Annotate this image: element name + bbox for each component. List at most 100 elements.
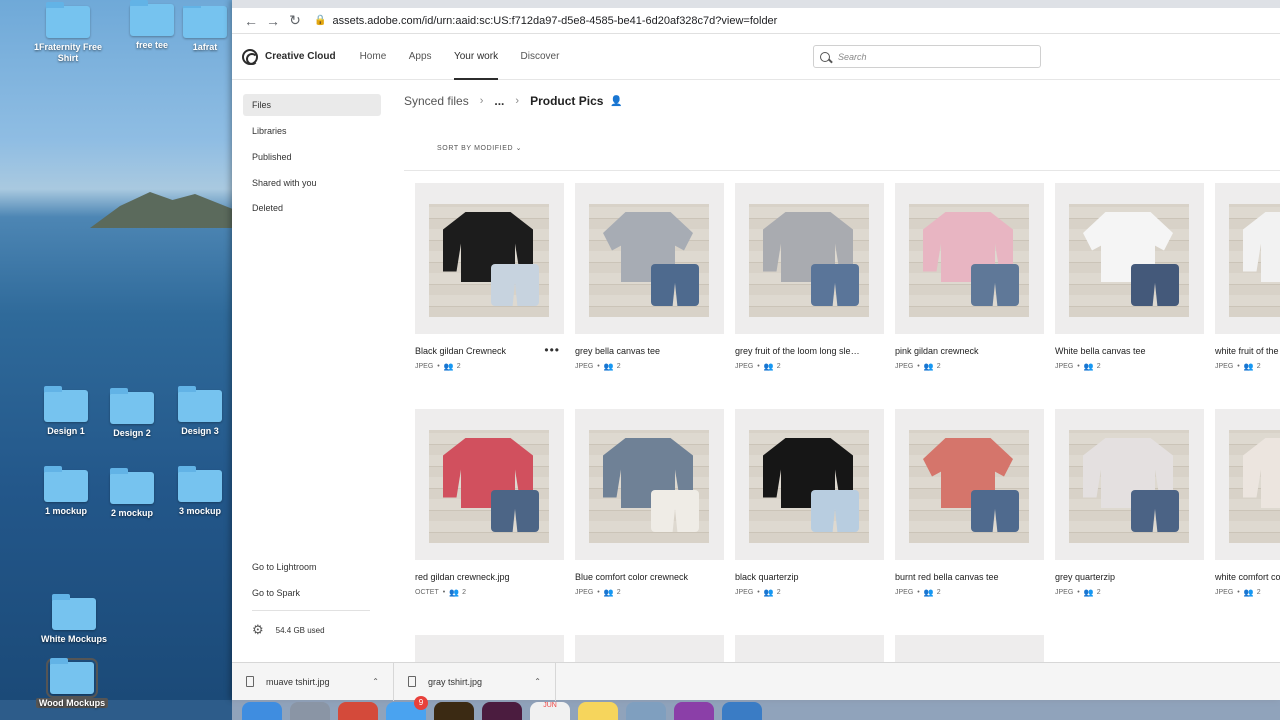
download-item[interactable]: gray tshirt.jpg ⌃ — [394, 662, 556, 701]
file-thumbnail-partial[interactable] — [575, 635, 724, 662]
sidebar-item-shared[interactable]: Shared with you — [243, 172, 381, 194]
collaborators-icon: 👥 — [923, 588, 934, 597]
search-input[interactable] — [838, 51, 1028, 62]
address-bar[interactable]: 🔒 assets.adobe.com/id/urn:aaid:sc:US:f71… — [314, 15, 777, 27]
sort-dropdown[interactable]: SORT BY MODIFIED ⌄ — [437, 144, 522, 152]
app-dock-icon[interactable] — [674, 702, 714, 720]
desktop-folder-wood-mockups[interactable]: Wood Mockups — [30, 658, 114, 709]
product-photo — [909, 204, 1029, 317]
forward-arrow-icon[interactable]: → — [262, 13, 284, 29]
breadcrumb-ellipsis[interactable]: ... — [494, 94, 504, 108]
go-to-spark-link[interactable]: Go to Spark — [243, 582, 381, 604]
file-card[interactable]: Blue comfort color crewneck JPEG • 👥 2 — [575, 409, 724, 597]
preview-dock-icon[interactable] — [626, 702, 666, 720]
sidebar-item-files[interactable]: Files — [243, 94, 381, 116]
creative-cloud-logo-icon[interactable] — [242, 48, 258, 65]
share-folder-icon[interactable]: 👤 — [610, 96, 622, 107]
chevron-up-icon[interactable]: ⌃ — [534, 677, 541, 686]
file-thumbnail[interactable] — [575, 409, 724, 560]
shorts-shape — [971, 490, 1019, 532]
file-thumbnail-partial[interactable] — [895, 635, 1044, 662]
file-thumbnail[interactable] — [1215, 409, 1280, 560]
file-card[interactable]: pink gildan crewneck JPEG • 👥 2 — [895, 183, 1044, 371]
file-thumbnail[interactable] — [415, 183, 564, 334]
file-name[interactable]: pink gildan crewneck — [895, 346, 1023, 358]
file-name[interactable]: white fruit of the loom — [1215, 346, 1280, 358]
desktop-folder-design-3[interactable]: Design 3 — [158, 386, 242, 437]
back-arrow-icon[interactable]: ← — [240, 13, 262, 29]
sidebar: Files Libraries Published Shared with yo… — [232, 80, 392, 660]
file-card[interactable]: white fruit of the loom JPEG•👥2 — [1215, 183, 1280, 371]
folder-label: 3 mockup — [178, 506, 221, 516]
file-type: JPEG — [895, 363, 914, 370]
file-card[interactable]: grey quarterzip JPEG • 👥 2 — [1055, 409, 1204, 597]
folder-label: 2 mockup — [110, 508, 153, 518]
file-thumbnail[interactable] — [575, 183, 724, 334]
file-thumbnail[interactable] — [1055, 409, 1204, 560]
nav-home[interactable]: Home — [360, 34, 387, 80]
indesign-dock-icon[interactable] — [482, 702, 522, 720]
chevron-up-icon[interactable]: ⌃ — [372, 677, 379, 686]
file-card[interactable]: Black gildan Crewneck JPEG • 👥 2 ••• — [415, 183, 564, 371]
file-thumbnail[interactable] — [1055, 183, 1204, 334]
file-name[interactable]: grey quarterzip — [1055, 572, 1183, 584]
nav-your-work[interactable]: Your work — [453, 34, 499, 80]
file-name[interactable]: Black gildan Crewneck — [415, 346, 543, 358]
file-name[interactable]: Blue comfort color crewneck — [575, 572, 703, 584]
file-name[interactable]: White bella canvas tee — [1055, 346, 1183, 358]
file-thumbnail[interactable] — [895, 183, 1044, 334]
file-name[interactable]: red gildan crewneck.jpg — [415, 572, 543, 584]
calendar-dock-icon[interactable]: JUN — [530, 702, 570, 720]
file-thumbnail[interactable] — [735, 409, 884, 560]
sidebar-item-deleted[interactable]: Deleted — [243, 197, 381, 219]
file-meta: JPEG • 👥 2 — [895, 588, 1044, 597]
search-box[interactable] — [813, 45, 1041, 68]
reload-icon[interactable]: ↻ — [284, 12, 306, 29]
file-name[interactable]: grey fruit of the loom long sleeve — [735, 346, 863, 358]
folder-icon — [52, 594, 96, 630]
download-item[interactable]: muave tshirt.jpg ⌃ — [232, 662, 394, 701]
file-card[interactable]: red gildan crewneck.jpg OCTET • 👥 2 — [415, 409, 564, 597]
file-card[interactable]: White bella canvas tee JPEG • 👥 2 — [1055, 183, 1204, 371]
sidebar-item-libraries[interactable]: Libraries — [243, 120, 381, 142]
file-meta: JPEG • 👥 2 — [735, 588, 884, 597]
desktop-folder-1afrat[interactable]: 1afrat — [178, 6, 232, 53]
file-thumbnail[interactable] — [415, 409, 564, 560]
breadcrumb-synced-files[interactable]: Synced files — [404, 94, 469, 108]
app-dock-icon[interactable] — [722, 702, 762, 720]
gear-icon[interactable]: ⚙ — [252, 622, 264, 638]
desktop-folder-3-mockup[interactable]: 3 mockup — [158, 466, 242, 517]
brand-name[interactable]: Creative Cloud — [265, 51, 336, 62]
file-name[interactable]: black quarterzip — [735, 572, 863, 584]
file-card[interactable]: white comfort colors JPEG•👥2 — [1215, 409, 1280, 597]
sidebar-item-published[interactable]: Published — [243, 146, 381, 168]
file-thumbnail[interactable] — [895, 409, 1044, 560]
desktop-folder-white-mockups[interactable]: White Mockups — [32, 594, 116, 645]
launchpad-dock-icon[interactable] — [290, 702, 330, 720]
mail-dock-icon[interactable]: 9 — [386, 696, 428, 720]
collaborator-count: 2 — [456, 363, 461, 370]
finder-dock-icon[interactable] — [242, 702, 282, 720]
download-file-name: muave tshirt.jpg — [266, 676, 330, 687]
file-thumbnail-partial[interactable] — [735, 635, 884, 662]
file-card[interactable]: grey bella canvas tee JPEG • 👥 2 — [575, 183, 724, 371]
chrome-dock-icon[interactable] — [338, 702, 378, 720]
file-card[interactable]: black quarterzip JPEG • 👥 2 — [735, 409, 884, 597]
file-name[interactable]: grey bella canvas tee — [575, 346, 703, 358]
nav-apps[interactable]: Apps — [409, 34, 432, 80]
file-name[interactable]: burnt red bella canvas tee — [895, 572, 1023, 584]
file-thumbnail-partial[interactable] — [415, 635, 564, 662]
more-options-icon[interactable]: ••• — [544, 343, 560, 357]
illustrator-dock-icon[interactable] — [434, 702, 474, 720]
desktop-folder-1fraternity[interactable]: 1Fraternity Free Shirt — [26, 2, 110, 64]
file-name[interactable]: white comfort colors — [1215, 572, 1280, 584]
go-to-lightroom-link[interactable]: Go to Lightroom — [243, 556, 381, 578]
file-thumbnail[interactable] — [735, 183, 884, 334]
notes-dock-icon[interactable] — [578, 702, 618, 720]
file-card[interactable]: grey fruit of the loom long sleeve JPEG • 👥… — [735, 183, 884, 371]
file-thumbnail[interactable] — [1215, 183, 1280, 334]
file-card[interactable]: burnt red bella canvas tee JPEG • 👥 2 — [895, 409, 1044, 597]
sort-label: SORT BY MODIFIED — [437, 145, 514, 152]
nav-discover[interactable]: Discover — [521, 34, 560, 80]
lock-icon: 🔒 — [314, 15, 327, 26]
